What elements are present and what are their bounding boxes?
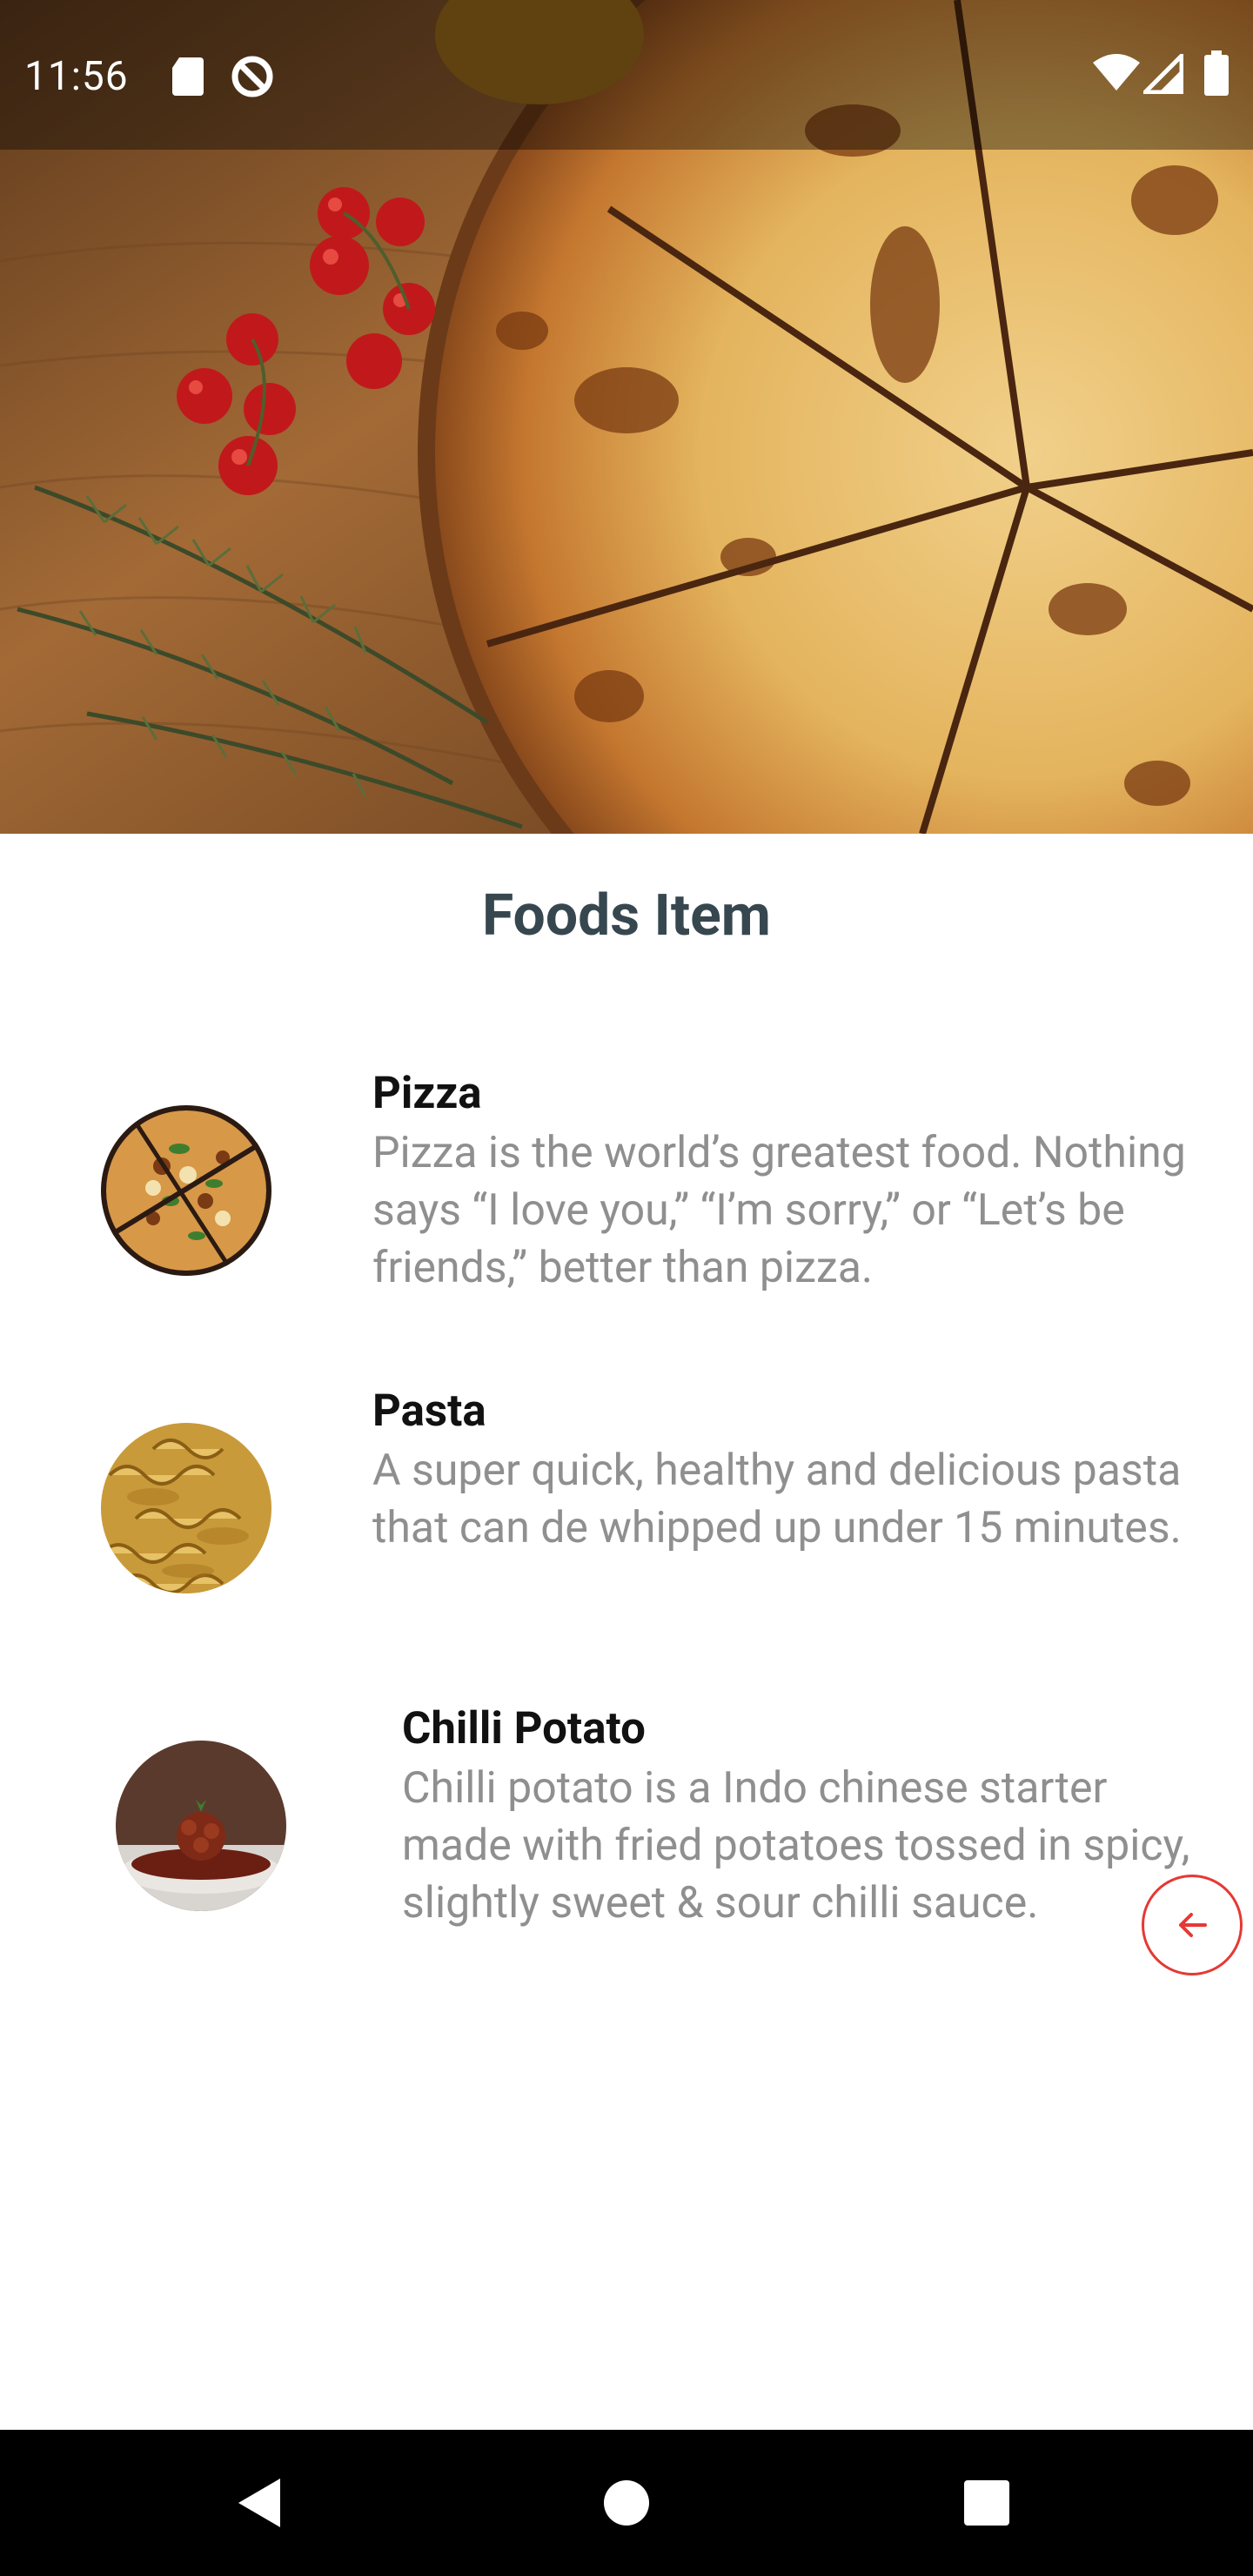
pasta-thumbnail xyxy=(101,1423,271,1593)
list-item-pizza[interactable]: Pizza Pizza is the world’s greatest food… xyxy=(0,1062,1253,1323)
pizza-thumbnail xyxy=(101,1105,271,1276)
list-item-chilli-potato[interactable]: Chilli Potato Chilli potato is a Indo ch… xyxy=(0,1697,1253,2010)
status-bar: 11:56 xyxy=(0,0,1253,150)
nav-back-button[interactable] xyxy=(226,2468,296,2538)
nav-recents-button[interactable] xyxy=(952,2468,1022,2538)
status-time: 11:56 xyxy=(24,53,129,100)
foods-screen: 11:56 Foods Item Pizza Pizza is the worl… xyxy=(0,0,1253,2576)
food-name: Pasta xyxy=(372,1385,486,1437)
navigation-bar xyxy=(0,2430,1253,2576)
nav-home-button[interactable] xyxy=(592,2468,661,2538)
food-description: Chilli potato is a Indo chinese starter … xyxy=(402,1763,1190,1929)
pizza-hero-image: 11:56 xyxy=(0,0,1253,834)
arrow-back-icon xyxy=(1179,1913,1207,1937)
food-description: A super quick, healthy and delicious pas… xyxy=(372,1446,1182,1553)
home-icon xyxy=(604,2480,649,2526)
back-icon xyxy=(238,2479,280,2527)
food-name: Chilli Potato xyxy=(402,1703,646,1754)
food-name: Pizza xyxy=(372,1068,482,1119)
food-description: Pizza is the world’s greatest food. Noth… xyxy=(372,1128,1186,1293)
recents-icon xyxy=(964,2480,1009,2526)
back-fab-button[interactable] xyxy=(1142,1875,1243,1976)
page-title: Foods Item xyxy=(482,882,771,949)
chilli-potato-thumbnail xyxy=(116,1741,286,1911)
list-item-pasta[interactable]: Pasta A super quick, healthy and delicio… xyxy=(0,1379,1253,1640)
